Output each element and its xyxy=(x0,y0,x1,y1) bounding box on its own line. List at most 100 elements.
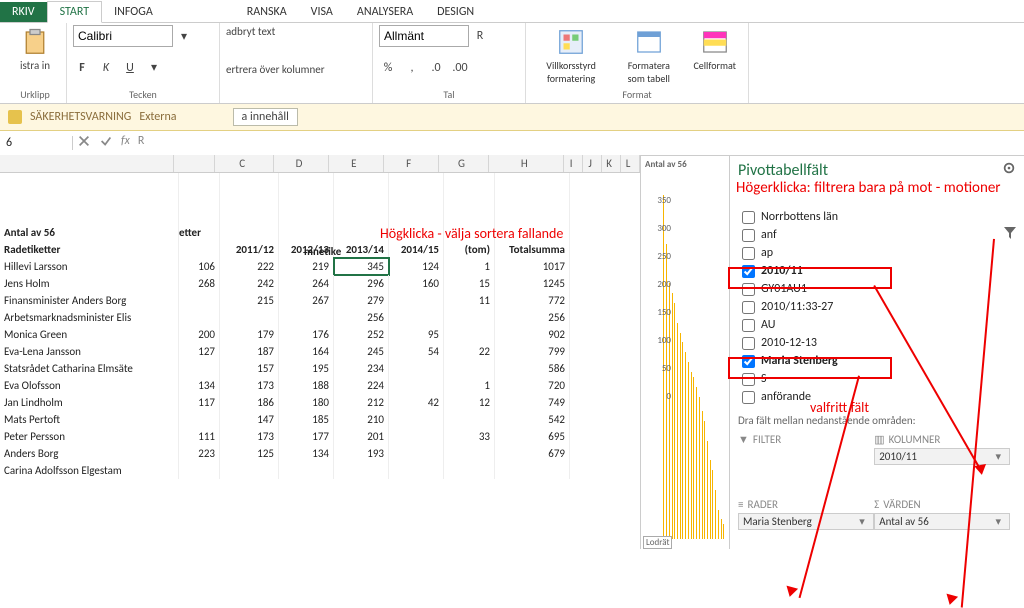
chart-lodrat[interactable]: Lodrät xyxy=(643,536,672,549)
cell[interactable] xyxy=(279,462,334,479)
values-dropzone[interactable]: Antal av 56▾ xyxy=(874,513,1010,561)
field-checkbox[interactable] xyxy=(742,391,755,404)
cell[interactable]: Monica Green xyxy=(0,326,179,343)
cell[interactable]: 176 xyxy=(279,326,334,343)
row-labels-header[interactable]: Radetiketter xyxy=(0,241,179,258)
cell[interactable] xyxy=(179,462,220,479)
cell[interactable]: Jens Holm xyxy=(0,275,179,292)
field-item[interactable]: ap xyxy=(738,244,1016,262)
cell[interactable]: Carina Adolfsson Elgestam xyxy=(0,462,179,479)
field-item[interactable]: Norrbottens län xyxy=(738,208,1016,226)
cell[interactable]: 210 xyxy=(334,411,389,428)
cell[interactable] xyxy=(389,309,444,326)
tab-design[interactable]: DESIGN xyxy=(425,2,486,22)
cell[interactable]: 223 xyxy=(179,445,220,462)
cell[interactable] xyxy=(220,309,279,326)
field-checkbox[interactable] xyxy=(742,355,755,368)
field-item[interactable]: 2010/11 xyxy=(738,262,1016,280)
field-checkbox[interactable] xyxy=(742,319,755,332)
cell[interactable]: 345 xyxy=(334,258,389,275)
cell[interactable]: 147 xyxy=(220,411,279,428)
field-checkbox[interactable] xyxy=(742,211,755,224)
cell[interactable]: 42 xyxy=(389,394,444,411)
cell[interactable]: Hillevi Larsson xyxy=(0,258,179,275)
cell[interactable]: 125 xyxy=(220,445,279,462)
tab-start[interactable]: START xyxy=(47,1,103,23)
cell[interactable]: 234 xyxy=(334,360,389,377)
cell[interactable]: Peter Persson xyxy=(0,428,179,445)
cell[interactable]: 117 xyxy=(179,394,220,411)
cell[interactable]: 256 xyxy=(495,309,570,326)
name-box[interactable]: 6 xyxy=(0,136,73,150)
cell[interactable]: 186 xyxy=(220,394,279,411)
cell[interactable] xyxy=(444,360,495,377)
cell[interactable]: 12 xyxy=(444,394,495,411)
cell[interactable]: 799 xyxy=(495,343,570,360)
dec-inc[interactable]: .0 xyxy=(427,59,445,77)
cell[interactable] xyxy=(444,411,495,428)
field-checkbox[interactable] xyxy=(742,247,755,260)
cell[interactable]: 95 xyxy=(389,326,444,343)
cell[interactable] xyxy=(444,326,495,343)
cell[interactable]: Jan Lindholm xyxy=(0,394,179,411)
font-more[interactable]: ▾ xyxy=(145,59,163,77)
cell[interactable]: 111 xyxy=(179,428,220,445)
cell[interactable]: 180 xyxy=(279,394,334,411)
tab-infoga[interactable]: INFOGA xyxy=(102,2,165,22)
cell[interactable]: 127 xyxy=(179,343,220,360)
cell[interactable]: 720 xyxy=(495,377,570,394)
cell[interactable]: 212 xyxy=(334,394,389,411)
formula-input[interactable]: R xyxy=(138,134,145,152)
cell[interactable]: 586 xyxy=(495,360,570,377)
fx-icon[interactable]: fx xyxy=(121,134,130,152)
cell[interactable] xyxy=(334,462,389,479)
col-field-item[interactable]: 2010/11▾ xyxy=(874,448,1010,465)
cell[interactable]: 15 xyxy=(444,275,495,292)
cell[interactable]: 679 xyxy=(495,445,570,462)
cell[interactable]: 173 xyxy=(220,428,279,445)
cell[interactable]: 749 xyxy=(495,394,570,411)
cell[interactable]: 33 xyxy=(444,428,495,445)
field-checkbox[interactable] xyxy=(742,373,755,386)
cell[interactable] xyxy=(389,360,444,377)
cell[interactable]: 542 xyxy=(495,411,570,428)
cell[interactable]: 124 xyxy=(389,258,444,275)
field-item[interactable]: 2010/11:33-27 xyxy=(738,298,1016,316)
italic-button[interactable]: K xyxy=(97,59,115,77)
cell[interactable]: Mats Pertoft xyxy=(0,411,179,428)
underline-button[interactable]: U xyxy=(121,59,139,77)
cell[interactable]: 188 xyxy=(279,377,334,394)
tab-analysera[interactable]: ANALYSERA xyxy=(345,2,425,22)
field-item[interactable]: anf xyxy=(738,226,1016,244)
percent-button[interactable]: % xyxy=(379,59,397,77)
tab-visa[interactable]: VISA xyxy=(299,2,345,22)
cell[interactable]: 215 xyxy=(220,292,279,309)
cell[interactable] xyxy=(179,411,220,428)
filter-dropzone[interactable] xyxy=(738,448,874,496)
cancel-icon[interactable] xyxy=(77,134,91,152)
worksheet[interactable]: CDEFGHIJKL Högklicka - välja sortera fal… xyxy=(0,155,640,549)
field-item[interactable]: S xyxy=(738,370,1016,388)
cell[interactable]: 1245 xyxy=(495,275,570,292)
cell[interactable] xyxy=(389,462,444,479)
merge-button[interactable]: ertrera över kolumner xyxy=(226,63,366,76)
cell[interactable]: 264 xyxy=(279,275,334,292)
cell[interactable]: 193 xyxy=(334,445,389,462)
cell[interactable]: 54 xyxy=(389,343,444,360)
cell[interactable]: 22 xyxy=(444,343,495,360)
cell[interactable]: 195 xyxy=(279,360,334,377)
cell[interactable]: 11 xyxy=(444,292,495,309)
cell[interactable] xyxy=(444,462,495,479)
cell[interactable]: 772 xyxy=(495,292,570,309)
bold-button[interactable]: F xyxy=(73,59,91,77)
cell[interactable]: Eva-Lena Jansson xyxy=(0,343,179,360)
filter-funnel-icon[interactable] xyxy=(1002,225,1018,245)
cell[interactable] xyxy=(220,462,279,479)
cell[interactable] xyxy=(179,292,220,309)
val-field-item[interactable]: Antal av 56▾ xyxy=(874,513,1010,530)
cell[interactable]: 1 xyxy=(444,377,495,394)
cell[interactable]: 187 xyxy=(220,343,279,360)
cell[interactable] xyxy=(179,309,220,326)
cell[interactable]: 1017 xyxy=(495,258,570,275)
cell[interactable]: 201 xyxy=(334,428,389,445)
